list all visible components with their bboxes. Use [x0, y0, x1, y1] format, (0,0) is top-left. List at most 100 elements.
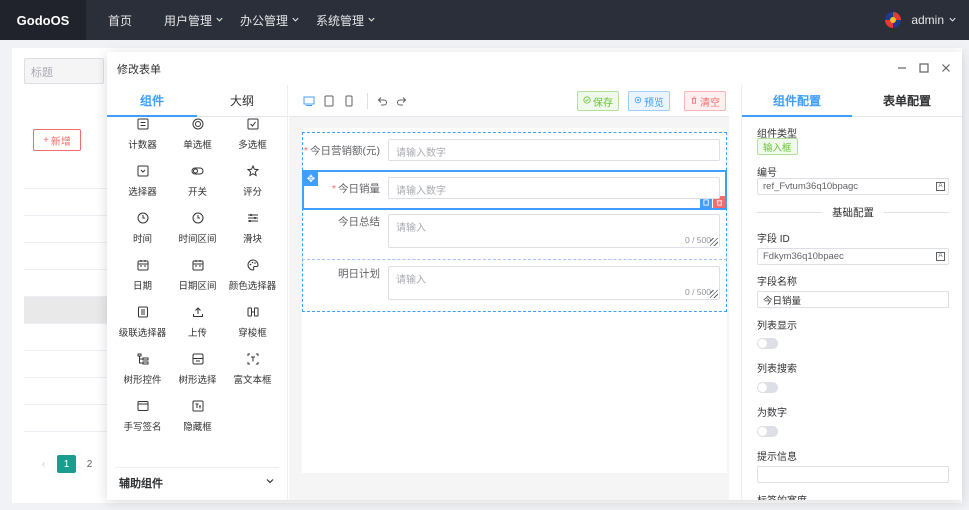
form-item-tomorrow-plan[interactable]: 明日计划 请输入 0 / 500 — [302, 266, 727, 300]
table-row — [24, 189, 114, 216]
tab-form-config[interactable]: 表单配置 — [852, 85, 962, 116]
redo-icon[interactable] — [394, 93, 410, 109]
aux-components-section[interactable]: 辅助组件 — [115, 467, 279, 497]
dialog-title: 修改表单 — [117, 63, 161, 76]
desktop-icon[interactable] — [301, 93, 317, 109]
dialog-header: 修改表单 — [107, 52, 962, 85]
component-time[interactable]: 时间 — [115, 209, 170, 256]
tablet-icon[interactable] — [321, 93, 337, 109]
component-signature[interactable]: 手写签名 — [115, 397, 170, 444]
basic-config-divider: 基础配置 — [757, 205, 949, 220]
component-transfer[interactable]: 穿梭框 — [225, 303, 280, 350]
list-display-switch[interactable] — [757, 338, 778, 349]
field-label: * 今日营销额(元) — [302, 139, 388, 158]
nav-item-user-management[interactable]: 用户管理 — [160, 0, 236, 40]
palette-icon — [246, 258, 260, 272]
component-switch[interactable]: 开关 — [170, 162, 225, 209]
component-tree-select[interactable]: 树形选择 — [170, 350, 225, 397]
component-date[interactable]: 日期 — [115, 256, 170, 303]
component-label: 时间 — [132, 234, 152, 245]
id-input[interactable]: ref_Fvtum36q10bpagc A — [757, 178, 949, 195]
nav-item-label: 系统管理 — [316, 13, 365, 28]
save-button[interactable]: 保存 — [577, 91, 619, 111]
component-slider[interactable]: 滑块 — [225, 209, 280, 256]
tab-component-config[interactable]: 组件配置 — [742, 85, 852, 117]
char-count: 0 / 500 — [685, 287, 711, 297]
upload-icon — [191, 305, 205, 319]
sales-amount-input[interactable]: 请输入数字 — [388, 139, 720, 161]
mobile-icon[interactable] — [341, 93, 357, 109]
user-menu[interactable]: admin — [885, 12, 957, 28]
chevron-down-icon — [367, 13, 376, 27]
tab-outline[interactable]: 大纲 — [197, 85, 287, 116]
nav-item-home[interactable]: 首页 — [104, 0, 160, 40]
label-width-label: 标签的宽度 — [757, 492, 807, 500]
component-label: 滑块 — [242, 234, 262, 245]
tomorrow-plan-textarea[interactable]: 请输入 0 / 500 — [388, 266, 720, 300]
resize-handle-icon[interactable] — [710, 290, 718, 298]
avatar[interactable] — [885, 12, 902, 28]
char-count: 0 / 500 — [685, 235, 711, 245]
resize-handle-icon[interactable] — [710, 238, 718, 246]
hint-input[interactable] — [757, 466, 949, 483]
app-logo[interactable]: GodoOS — [0, 0, 86, 40]
preview-button[interactable]: 预览 — [628, 91, 670, 111]
component-time-range[interactable]: 时间区间 — [170, 209, 225, 256]
component-date-range[interactable]: 日期区间 — [170, 256, 225, 303]
edit-icon[interactable]: A — [936, 182, 945, 191]
tab-components[interactable]: 组件 — [107, 85, 197, 117]
list-search-label: 列表搜索 — [757, 364, 797, 375]
select-icon — [136, 164, 150, 178]
close-icon[interactable] — [940, 60, 952, 76]
component-hidden-field[interactable]: 隐藏框 — [170, 397, 225, 444]
minimize-icon[interactable] — [896, 60, 908, 76]
textarea-placeholder: 请输入 — [396, 275, 426, 286]
user-name[interactable]: admin — [911, 13, 957, 27]
chevron-down-icon — [291, 13, 300, 27]
add-button[interactable]: + 新增 — [33, 129, 81, 151]
edit-icon[interactable]: A — [936, 252, 945, 261]
component-richtext[interactable]: 富文本框 — [225, 350, 280, 397]
form-item-sales-amount[interactable]: * 今日营销额(元) 请输入数字 — [302, 139, 727, 161]
pagination-prev-icon[interactable]: ‹ — [34, 455, 53, 473]
pagination-page-1[interactable]: 1 — [57, 455, 76, 473]
form-item-daily-summary[interactable]: 今日总结 请输入 0 / 500 — [302, 214, 727, 248]
component-color-picker[interactable]: 颜色选择器 — [225, 256, 280, 303]
field-label-text: 今日营销额(元) — [310, 145, 380, 157]
field-label: * 今日销量 — [302, 177, 388, 196]
undo-icon[interactable] — [374, 93, 390, 109]
daily-summary-textarea[interactable]: 请输入 0 / 500 — [388, 214, 720, 248]
required-mark: * — [331, 183, 336, 195]
component-label: 日期 — [132, 281, 152, 292]
component-cascader[interactable]: 级联选择器 — [115, 303, 170, 350]
table-row — [24, 243, 114, 270]
component-checkbox[interactable]: 多选框 — [225, 115, 280, 162]
component-panel-tabs: 组件 大纲 — [107, 85, 287, 117]
component-label: 隐藏框 — [183, 422, 212, 433]
component-rate[interactable]: 评分 — [225, 162, 280, 209]
nav-item-system-management[interactable]: 系统管理 — [312, 0, 388, 40]
maximize-icon[interactable] — [918, 60, 930, 76]
clear-button[interactable]: 清空 — [684, 91, 726, 111]
daily-sales-input[interactable]: 请输入数字 — [388, 177, 720, 199]
is-number-switch[interactable] — [757, 426, 778, 437]
form-item-daily-sales[interactable]: * 今日销量 请输入数字 — [302, 177, 727, 199]
calendar-range-icon — [191, 258, 205, 272]
component-upload[interactable]: 上传 — [170, 303, 225, 350]
list-search-switch[interactable] — [757, 382, 778, 393]
component-radio[interactable]: 单选框 — [170, 115, 225, 162]
component-tree[interactable]: 树形控件 — [115, 350, 170, 397]
title-search-input[interactable]: 标题 — [24, 58, 104, 84]
field-id-input[interactable]: Fdkym36q10bpaec A — [757, 248, 949, 265]
table-row — [24, 297, 114, 324]
form-edit-dialog: 修改表单 组件 大纲 计数器 单选框 多选框 选择器 开关 评分 时间 时间区间… — [107, 52, 962, 500]
component-select[interactable]: 选择器 — [115, 162, 170, 209]
eye-icon — [634, 96, 642, 107]
field-name-input[interactable]: 今日销量 — [757, 291, 949, 308]
pagination-page-2[interactable]: 2 — [80, 455, 99, 473]
config-panel: 组件配置 表单配置 组件类型 输入框 编号 ref_Fvtum36q10bpag… — [741, 85, 962, 500]
component-counter[interactable]: 计数器 — [115, 115, 170, 162]
component-label: 评分 — [242, 187, 262, 198]
background-table — [24, 162, 114, 432]
nav-item-office-management[interactable]: 办公管理 — [236, 0, 312, 40]
